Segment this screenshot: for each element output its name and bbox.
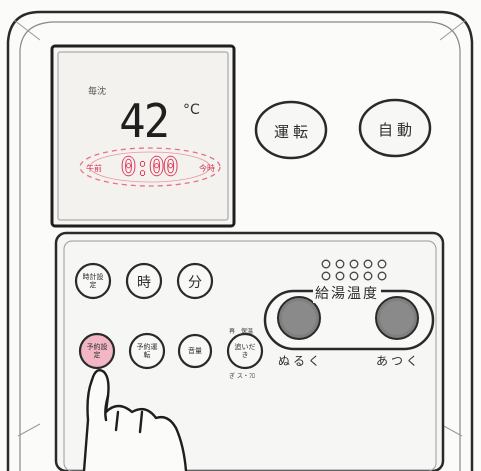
auto-button[interactable]	[360, 100, 430, 156]
temperature-readout: 42	[119, 94, 170, 148]
bath-button-bottom-label: ぎ ス・ﾌﾛ	[229, 373, 255, 380]
bath-reheat-button[interactable]	[228, 334, 262, 368]
hot-water-temperature-caption: 給湯温度	[313, 283, 381, 303]
run-button[interactable]	[256, 102, 326, 158]
volume-button[interactable]	[179, 335, 211, 367]
lcd-time-left-mark: 午前	[86, 164, 102, 173]
timer-set-button[interactable]	[80, 334, 114, 368]
temperature-up-button[interactable]	[376, 297, 418, 339]
time-readout: 0:00	[121, 152, 178, 181]
remote-panel-artwork	[6, 10, 474, 471]
temperature-unit: °C	[183, 102, 200, 118]
minute-button[interactable]	[178, 264, 212, 298]
hotter-label: あつく	[376, 354, 422, 368]
hour-button[interactable]	[127, 264, 161, 298]
lcd-small-label: 毎沈	[88, 87, 107, 97]
timer-run-button[interactable]	[130, 334, 164, 368]
clock-set-button[interactable]	[76, 264, 110, 298]
lcd-time-right-mark: 今時	[199, 164, 215, 173]
temperature-down-button[interactable]	[278, 297, 320, 339]
cooler-label: ぬるく	[278, 354, 324, 368]
